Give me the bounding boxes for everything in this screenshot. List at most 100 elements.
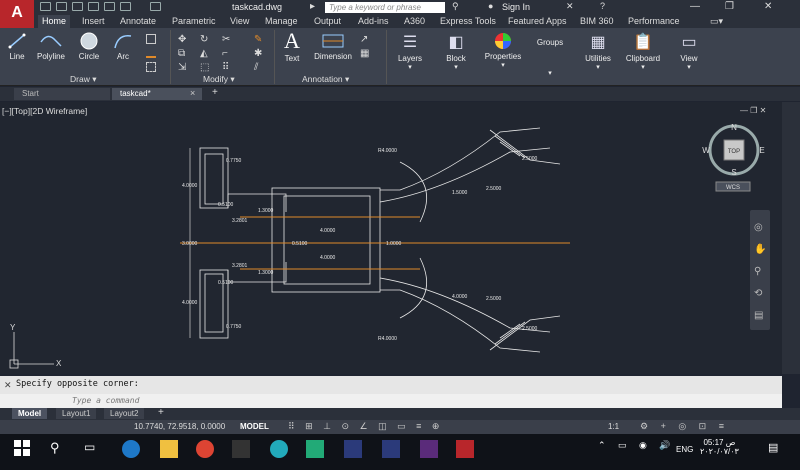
tab-model[interactable]: Model (12, 408, 48, 419)
zoom-icon[interactable]: ⚲ (754, 266, 761, 277)
array-icon[interactable]: ⠿ (222, 62, 232, 73)
circle-button[interactable]: Circle (76, 32, 102, 61)
arc-button[interactable]: Arc (111, 32, 135, 61)
photoshop-icon[interactable] (344, 440, 362, 458)
layers-button[interactable]: ☰ Layers ▾ (392, 32, 428, 71)
chrome-icon[interactable] (196, 440, 214, 458)
properties-button[interactable]: Properties ▾ (482, 32, 524, 69)
move-icon[interactable]: ✥ (178, 34, 188, 45)
store-icon[interactable] (232, 440, 250, 458)
search-arrows-icon[interactable]: ▸ (310, 1, 315, 12)
offset-icon[interactable]: ⫽ (254, 62, 264, 73)
steering-wheel-icon[interactable]: ◎ (754, 222, 763, 233)
tab-insert[interactable]: Insert (78, 15, 109, 28)
search-input[interactable]: Type a keyword or phrase (325, 2, 445, 13)
tab-layout2[interactable]: Layout2 (104, 408, 145, 419)
command-input[interactable]: Type a command (0, 394, 782, 408)
user-icon[interactable]: ● (488, 1, 493, 11)
windows-start-icon[interactable] (14, 440, 30, 456)
tab-view[interactable]: View (226, 15, 253, 28)
hatch-icon[interactable] (146, 48, 156, 58)
fillet-icon[interactable]: ⌐ (222, 48, 232, 59)
tab-express-tools[interactable]: Express Tools (436, 15, 500, 28)
annotation-scale[interactable]: 1:1 (608, 422, 619, 431)
erase-icon[interactable]: ✎ (254, 34, 264, 45)
task-view-icon[interactable]: ▭ (84, 440, 95, 454)
mirror-icon[interactable]: ◭ (200, 48, 210, 59)
rotate-icon[interactable]: ↻ (200, 34, 210, 45)
close-tab-icon[interactable]: × (190, 88, 195, 98)
redo-icon[interactable] (150, 2, 161, 11)
dimension-button[interactable]: Dimension (310, 32, 356, 61)
polyline-button[interactable]: Polyline (33, 32, 69, 61)
app-menu-button[interactable]: A (0, 0, 34, 28)
sign-in-button[interactable]: Sign In (502, 2, 530, 12)
premiere-icon[interactable] (420, 440, 438, 458)
tab-add-ins[interactable]: Add-ins (354, 15, 393, 28)
close-command-icon[interactable]: ✕ (4, 380, 12, 391)
file-explorer-icon[interactable] (160, 440, 178, 458)
open-file-icon[interactable] (56, 2, 67, 11)
app-icon[interactable] (270, 440, 288, 458)
app-icon[interactable] (306, 440, 324, 458)
view-button[interactable]: ▭ View ▾ (672, 32, 706, 71)
tab-performance[interactable]: Performance (624, 15, 684, 28)
boundary-icon[interactable] (146, 62, 156, 72)
viewcube[interactable]: TOP N S E W WCS (700, 120, 770, 192)
undo-icon[interactable] (120, 2, 131, 11)
tab-bim-360[interactable]: BIM 360 (576, 15, 618, 28)
scale-icon[interactable]: ⬚ (200, 62, 210, 73)
file-tab-taskcad[interactable]: taskcad* (112, 88, 202, 100)
explode-icon[interactable]: ✱ (254, 48, 264, 59)
close-button[interactable]: ✕ (764, 1, 772, 12)
photoshop-icon[interactable] (382, 440, 400, 458)
cad-drawing[interactable]: 0.7750 4.0000 3.0000 4.0000 0.7750 0.510… (0, 102, 782, 374)
save-icon[interactable] (72, 2, 83, 11)
print-icon[interactable] (104, 2, 115, 11)
binoculars-icon[interactable]: ⚲ (452, 1, 459, 12)
clock[interactable]: 05:17 ص ٢٠٢٠/٠٧/٠٣ (700, 438, 739, 456)
rectangle-icon[interactable] (146, 34, 156, 44)
minimize-button[interactable]: — (690, 1, 700, 12)
exchange-icon[interactable]: ✕ (566, 1, 574, 12)
pan-icon[interactable]: ✋ (754, 244, 766, 255)
tab-parametric[interactable]: Parametric (168, 15, 220, 28)
tab-featured-apps[interactable]: Featured Apps (504, 15, 571, 28)
tab-output[interactable]: Output (310, 15, 345, 28)
clipboard-button[interactable]: 📋 Clipboard ▾ (622, 32, 664, 71)
utilities-button[interactable]: ▦ Utilities ▾ (578, 32, 618, 71)
line-button[interactable]: Line (6, 32, 28, 61)
ribbon-options-icon[interactable]: ▭▾ (706, 15, 727, 28)
orbit-icon[interactable]: ⟲ (754, 288, 762, 299)
vertical-scrollbar[interactable] (782, 102, 800, 374)
annotation-panel-label[interactable]: Annotation ▾ (302, 74, 349, 85)
tab-home[interactable]: Home (38, 15, 71, 28)
tab-manage[interactable]: Manage (261, 15, 302, 28)
trim-icon[interactable]: ✂ (222, 34, 232, 45)
text-button[interactable]: A Text (279, 30, 305, 64)
help-icon[interactable]: ? (600, 1, 605, 11)
drafting-toggles[interactable]: ⠿ ⊞ ⊥ ⊙ ∠ ◫ ▭ ≡ ⊕ (288, 421, 443, 432)
modify-panel-label[interactable]: Modify ▾ (203, 74, 235, 85)
copy-icon[interactable]: ⧉ (178, 48, 188, 59)
block-button[interactable]: ◧ Block ▾ (438, 32, 474, 71)
file-tab-start[interactable]: Start (14, 88, 110, 100)
stretch-icon[interactable]: ⇲ (178, 62, 188, 73)
tab-layout1[interactable]: Layout1 (56, 408, 97, 419)
tab-a360[interactable]: A360 (400, 15, 429, 28)
maximize-button[interactable]: ❐ (725, 1, 734, 12)
tab-annotate[interactable]: Annotate (116, 15, 160, 28)
edge-icon[interactable] (122, 440, 140, 458)
new-tab-button[interactable]: + (212, 87, 218, 98)
groups-button[interactable]: Groups ▾ (532, 38, 568, 77)
search-icon[interactable]: ⚲ (50, 440, 60, 456)
system-tray-icons[interactable]: ⌃ ▭ ◉ 🔊 (598, 440, 676, 451)
autocad-icon[interactable] (456, 440, 474, 458)
showmotion-icon[interactable]: ▤ (754, 310, 763, 321)
new-layout-button[interactable]: + (158, 407, 164, 418)
status-tools[interactable]: ⚙ + ◎ ⊡ ≡ (640, 421, 729, 432)
save-as-icon[interactable] (88, 2, 99, 11)
table-icon[interactable]: ▦ (360, 48, 370, 59)
coordinates-display[interactable]: 10.7740, 72.9518, 0.0000 (134, 422, 225, 431)
notifications-icon[interactable]: ▤ (768, 441, 778, 454)
